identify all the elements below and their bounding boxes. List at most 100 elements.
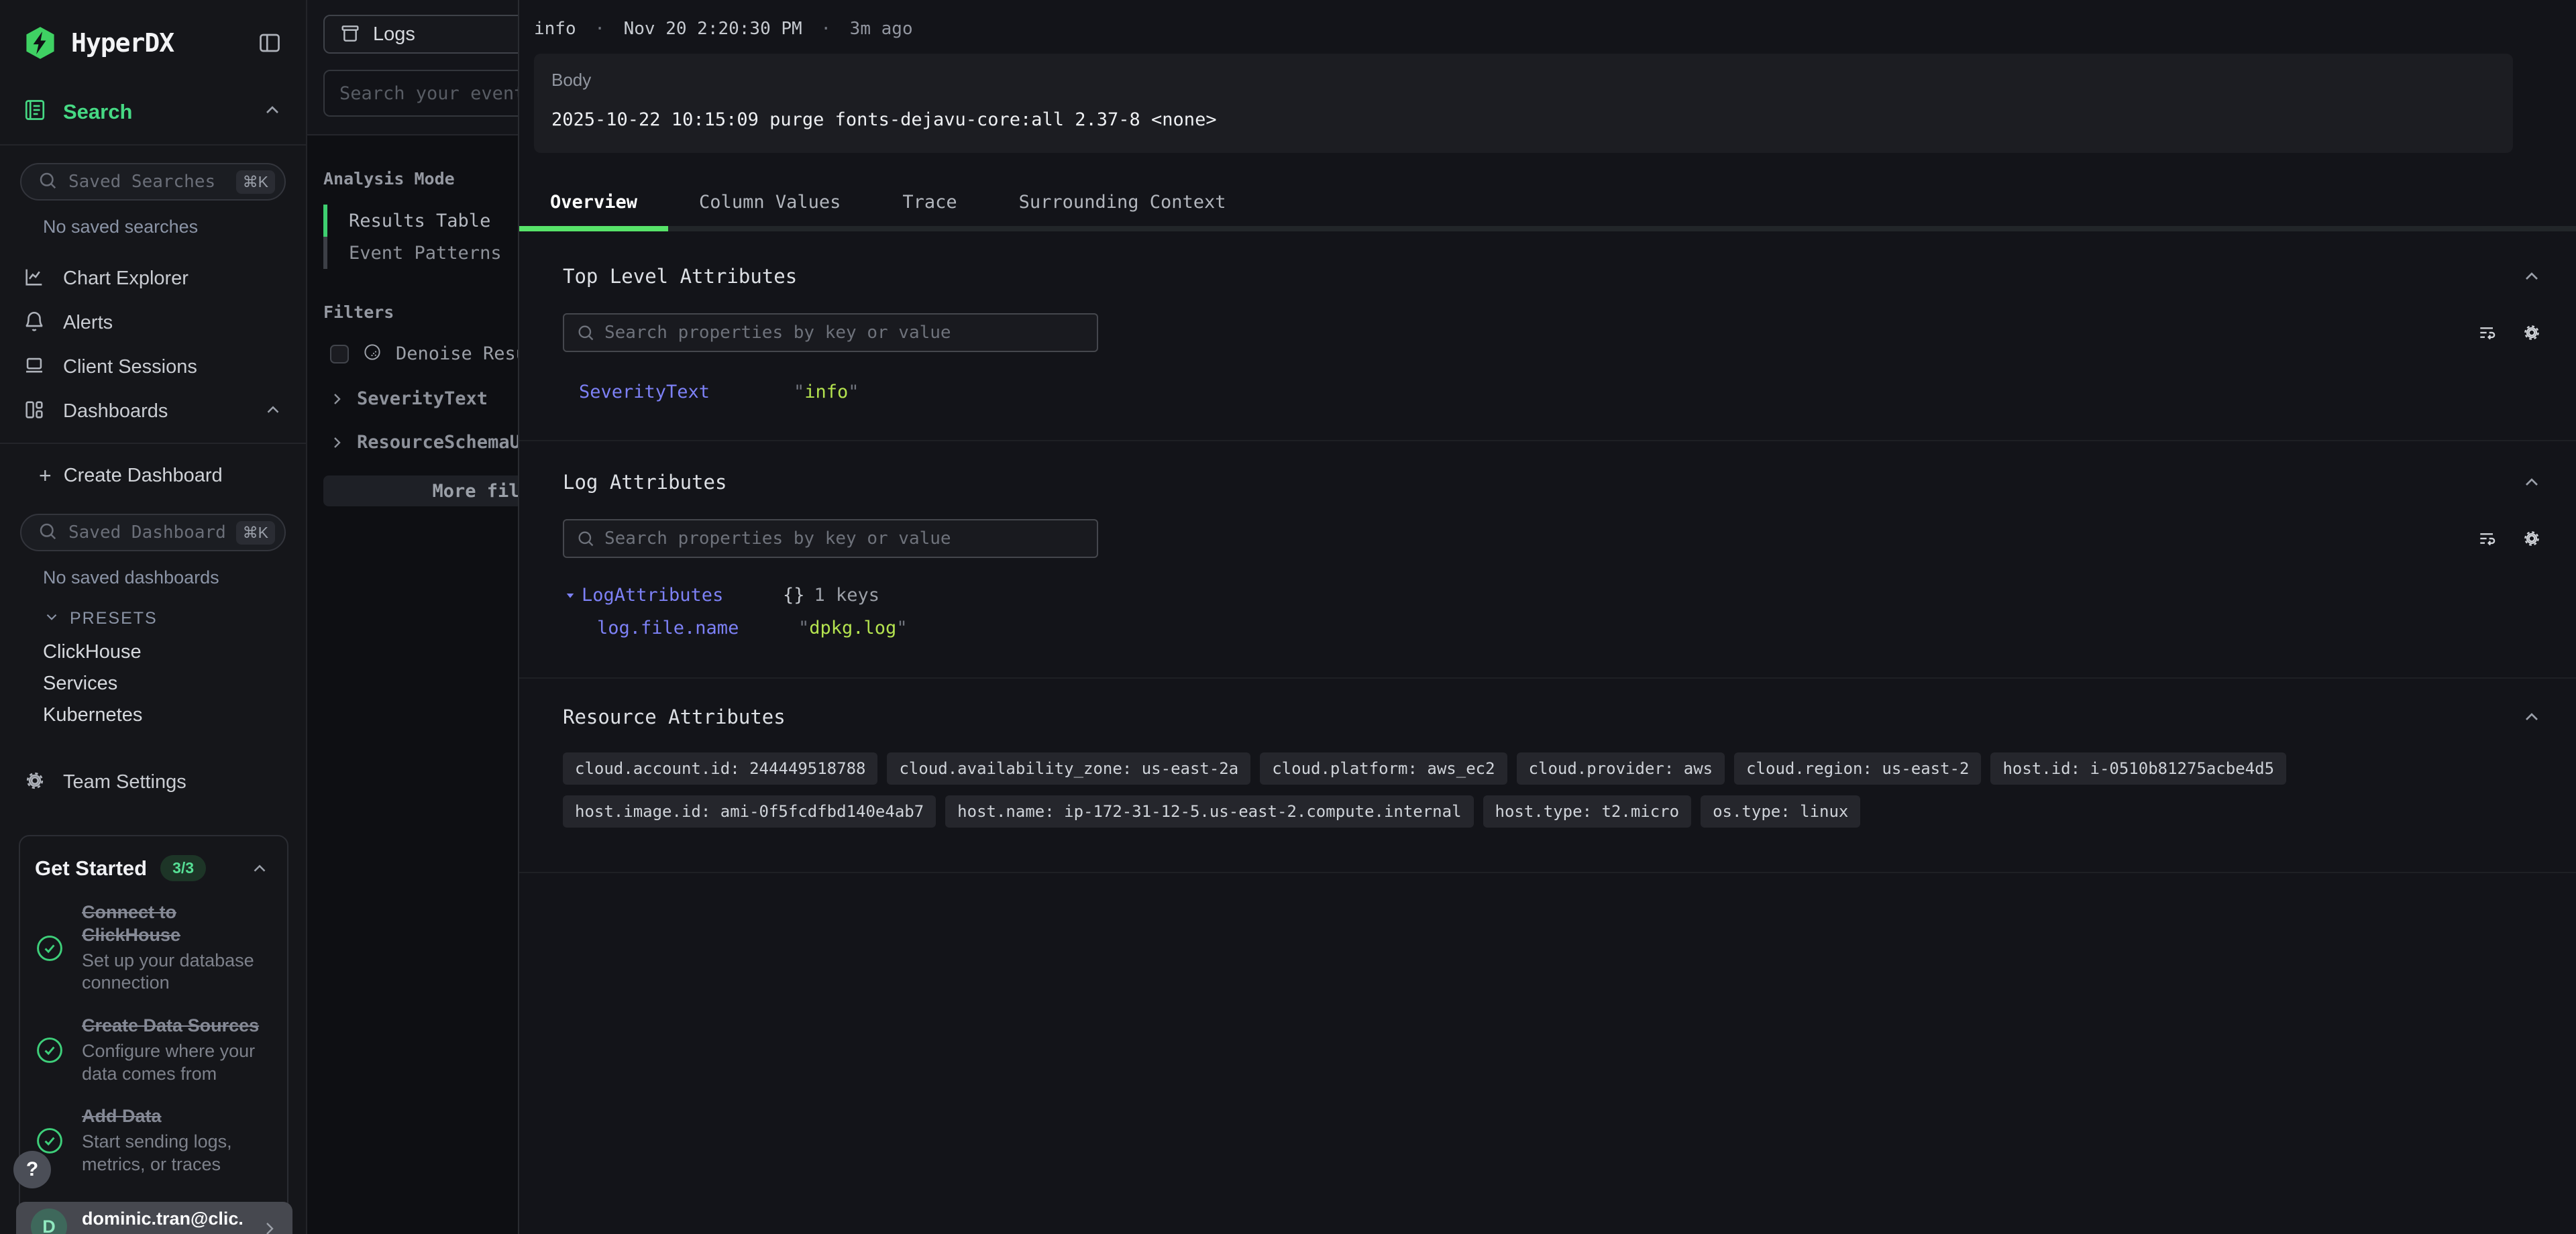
denoise-results-toggle[interactable]: Denoise Results [323, 342, 518, 366]
attribute-tree-root: LogAttributes {}1 keys [563, 585, 2542, 606]
filter-group-resourceschemaurl[interactable]: ResourceSchemaUrl [323, 432, 518, 453]
create-dashboard-label: Create Dashboard [64, 465, 223, 487]
mode-results-table[interactable]: Results Table [323, 205, 518, 237]
mode-event-patterns[interactable]: Event Patterns [323, 237, 518, 269]
section-title: Log Attributes [563, 471, 2521, 494]
tab-overview[interactable]: Overview [519, 192, 668, 231]
search-icon [38, 521, 58, 545]
help-button[interactable]: ? [13, 1151, 51, 1188]
gear-icon[interactable] [2521, 322, 2542, 343]
team-settings-label: Team Settings [63, 771, 186, 793]
get-started-item-sources[interactable]: Create Data Sources Configure where your… [35, 1015, 270, 1085]
saved-dashboards-input[interactable]: Saved Dashboards ⌘K [20, 514, 286, 551]
attribute-value[interactable]: "dpkg.log" [798, 618, 908, 638]
events-search-input[interactable]: Search your events... [323, 70, 518, 117]
tab-column-values[interactable]: Column Values [668, 192, 871, 231]
get-started-item-title: Create Data Sources [82, 1015, 259, 1035]
section-title: Resource Attributes [563, 706, 2521, 728]
properties-search-input[interactable] [604, 323, 1085, 343]
preset-item-clickhouse[interactable]: ClickHouse [0, 629, 306, 661]
mode-bar [323, 237, 327, 269]
tab-surrounding-context[interactable]: Surrounding Context [988, 192, 1257, 231]
search-section-label: Search [63, 100, 246, 124]
separator: · [812, 19, 839, 39]
search-section-header[interactable]: Search [0, 60, 306, 146]
resource-chip[interactable]: cloud.provider: aws [1517, 752, 1725, 785]
collapse-section-icon[interactable] [2521, 471, 2542, 493]
saved-searches-input[interactable]: Saved Searches ⌘K [20, 163, 286, 201]
search-icon [576, 529, 595, 548]
chevron-right-icon [329, 435, 345, 451]
get-started-item-add-data[interactable]: Add Data Start sending logs, metrics, or… [35, 1105, 270, 1176]
event-header: info · Nov 20 2:20:30 PM · 3m ago [534, 19, 2576, 39]
wrap-lines-icon[interactable] [2477, 322, 2498, 343]
resource-chip[interactable]: os.type: linux [1701, 795, 1860, 828]
sidebar-toggle-button[interactable] [258, 31, 282, 55]
denoise-checkbox[interactable] [330, 345, 349, 363]
collapse-section-icon[interactable] [2521, 266, 2542, 287]
presets-toggle[interactable]: PRESETS [0, 588, 306, 629]
hyperdx-logo-icon [23, 25, 58, 60]
gear-icon[interactable] [2521, 528, 2542, 549]
search-section-icon [23, 98, 47, 125]
relative-time: 3m ago [850, 19, 913, 39]
get-started-item-desc: Start sending logs, metrics, or traces [82, 1131, 270, 1176]
resource-chip[interactable]: host.image.id: ami-0f5fcdfbd140e4ab7 [563, 795, 936, 828]
chevron-right-icon [259, 1218, 280, 1234]
attribute-key[interactable]: SeverityText [579, 382, 794, 402]
team-settings-button[interactable]: Team Settings [0, 760, 306, 804]
user-name: dominic.tran@clic... [82, 1209, 244, 1229]
source-select[interactable]: Logs [323, 15, 518, 54]
severity-level: info [534, 19, 576, 39]
resource-chip[interactable]: cloud.region: us-east-2 [1734, 752, 1981, 785]
sidebar-item-dashboards[interactable]: Dashboards [0, 389, 306, 433]
sidebar-item-client-sessions[interactable]: Client Sessions [0, 345, 306, 389]
attribute-key[interactable]: LogAttributes [582, 585, 783, 606]
wrap-lines-icon[interactable] [2477, 528, 2498, 549]
laptop-icon [23, 354, 46, 380]
search-filters-panel: Logs Search your events... Analysis Mode… [307, 0, 518, 1234]
presets-label: PRESETS [70, 609, 158, 628]
filter-group-severitytext[interactable]: SeverityText [323, 388, 518, 409]
properties-search[interactable] [563, 519, 1098, 558]
resource-chip[interactable]: host.id: i-0510b81275acbe4d5 [1990, 752, 2286, 785]
resource-chip[interactable]: host.type: t2.micro [1483, 795, 1692, 828]
dashboards-grid-icon [23, 398, 46, 425]
sidebar-item-label: Client Sessions [63, 356, 283, 378]
search-icon [38, 170, 58, 194]
user-menu[interactable]: D dominic.tran@clic... dominic.tran@clic… [16, 1202, 292, 1234]
get-started-item-title: Add Data [82, 1106, 162, 1126]
sidebar-nav: Chart Explorer Alerts Client Sessions Da… [0, 256, 306, 433]
resource-chip[interactable]: host.name: ip-172-31-12-5.us-east-2.comp… [945, 795, 1473, 828]
properties-search-input[interactable] [604, 528, 1085, 549]
get-started-header[interactable]: Get Started 3/3 [35, 855, 270, 881]
get-started-item-connect[interactable]: Connect to ClickHouse Set up your databa… [35, 901, 270, 995]
sidebar: HyperDX Search Saved Searches ⌘K No save… [0, 0, 307, 1234]
triangle-down-icon[interactable] [564, 590, 576, 602]
preset-item-services[interactable]: Services [0, 661, 306, 692]
saved-dashboards-placeholder: Saved Dashboards [68, 522, 225, 543]
body-card: Body 2025-10-22 10:15:09 purge fonts-dej… [534, 54, 2513, 153]
chevron-up-icon[interactable] [262, 99, 283, 124]
check-circle-icon [35, 1035, 64, 1065]
attribute-row: SeverityText "info" [563, 382, 2542, 402]
create-dashboard-button[interactable]: + Create Dashboard [0, 455, 306, 496]
app-title: HyperDX [71, 28, 244, 58]
resource-chip[interactable]: cloud.availability_zone: us-east-2a [887, 752, 1250, 785]
gear-icon [23, 769, 47, 796]
resource-chip[interactable]: cloud.platform: aws_ec2 [1260, 752, 1507, 785]
more-filters-button[interactable]: More filters [323, 475, 518, 506]
saved-searches-placeholder: Saved Searches [68, 172, 225, 192]
tab-trace[interactable]: Trace [871, 192, 987, 231]
preset-item-kubernetes[interactable]: Kubernetes [0, 692, 306, 724]
divider [0, 443, 306, 444]
attribute-value[interactable]: "info" [794, 382, 859, 402]
sidebar-item-alerts[interactable]: Alerts [0, 300, 306, 345]
log-attributes-section: Log Attributes LogAttributes {}1 keys lo… [519, 441, 2576, 679]
resource-chip[interactable]: cloud.account.id: 244449518788 [563, 752, 877, 785]
properties-search[interactable] [563, 313, 1098, 352]
collapse-section-icon[interactable] [2521, 706, 2542, 728]
attribute-key[interactable]: log.file.name [597, 618, 798, 638]
sidebar-item-chart-explorer[interactable]: Chart Explorer [0, 256, 306, 300]
body-value: 2025-10-22 10:15:09 purge fonts-dejavu-c… [551, 109, 2494, 130]
